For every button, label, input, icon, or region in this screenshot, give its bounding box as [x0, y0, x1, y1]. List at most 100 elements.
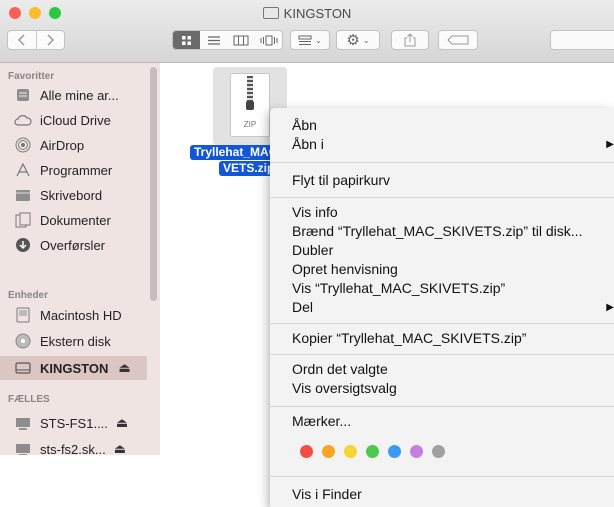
usb-drive-icon	[262, 7, 279, 19]
server-icon	[14, 441, 32, 455]
menu-separator	[270, 162, 614, 163]
sidebar-item-label: Dokumenter	[40, 212, 111, 228]
chevron-right-icon	[47, 34, 55, 46]
gear-icon: ⚙	[346, 32, 360, 49]
file-name-line-1[interactable]: Tryllehat_MAC	[190, 145, 282, 160]
sidebar-item-label: Overførsler	[40, 237, 105, 253]
tag-color-green[interactable]	[366, 445, 379, 458]
tag-color-blue[interactable]	[388, 445, 401, 458]
eject-icon[interactable]: ⏏	[118, 360, 130, 376]
menu-item-quick-look[interactable]: Vis “Tryllehat_MAC_SKIVETS.zip”	[292, 280, 505, 296]
menu-separator	[270, 476, 614, 477]
sidebar-item-applications[interactable]: Programmer	[0, 158, 147, 182]
menu-item-reveal-in-finder[interactable]: Vis i Finder	[292, 486, 362, 502]
tag-color-gray[interactable]	[432, 445, 445, 458]
grid-view-icon	[181, 35, 191, 45]
tag-color-red[interactable]	[300, 445, 313, 458]
sidebar-section-shared: FÆLLES	[8, 394, 50, 405]
menu-item-burn-to-disc[interactable]: Brænd “Tryllehat_MAC_SKIVETS.zip” til di…	[292, 223, 582, 239]
menu-item-clean-up-selection[interactable]: Ordn det valgte	[292, 361, 388, 377]
list-view-icon	[207, 35, 220, 45]
all-files-icon	[14, 87, 32, 103]
sidebar-item-external-disk[interactable]: Ekstern disk	[0, 329, 147, 353]
menu-item-get-info[interactable]: Vis info	[292, 204, 338, 220]
sidebar-item-label: Alle mine ar...	[40, 87, 119, 103]
menu-item-duplicate[interactable]: Dubler	[292, 242, 333, 258]
menu-separator	[270, 197, 614, 198]
cloud-icon	[14, 112, 32, 128]
sidebar-item-desktop[interactable]: Skrivebord	[0, 183, 147, 207]
arrange-icon	[298, 35, 312, 45]
grid-view-button[interactable]	[173, 31, 200, 49]
sidebar-item-kingston[interactable]: KINGSTON ⏏	[0, 356, 147, 380]
server-icon	[14, 415, 32, 431]
chevron-left-icon	[17, 34, 25, 46]
tag-color-purple[interactable]	[410, 445, 423, 458]
chevron-down-icon: ⌄	[315, 35, 322, 45]
usb-drive-icon	[14, 360, 32, 376]
zip-file-icon[interactable]: ZIP	[230, 73, 270, 137]
sidebar-scrollbar[interactable]	[150, 67, 157, 301]
sidebar-item-label: Ekstern disk	[40, 333, 111, 349]
sidebar-section-favorites: Favoritter	[8, 71, 55, 82]
context-menu: Åbn Åbn i ▶ Flyt til papirkurv Vis info …	[270, 108, 614, 507]
sidebar-item-label: Skrivebord	[40, 187, 103, 203]
sidebar-item-sts-fs1[interactable]: STS-FS1.... ⏏	[0, 411, 147, 435]
menu-item-open[interactable]: Åbn	[292, 117, 317, 133]
column-view-button[interactable]	[228, 31, 256, 49]
menu-separator	[270, 354, 614, 355]
coverflow-view-icon	[260, 35, 278, 45]
sidebar-item-documents[interactable]: Dokumenter	[0, 208, 147, 232]
file-type-label: ZIP	[243, 120, 257, 129]
sidebar-item-icloud-drive[interactable]: iCloud Drive	[0, 108, 147, 132]
back-button[interactable]	[8, 31, 37, 49]
sidebar-item-label: sts-fs2.sk...	[40, 441, 106, 456]
sidebar-item-downloads[interactable]: Overførsler	[0, 233, 147, 257]
menu-item-tags[interactable]: Mærker...	[292, 413, 351, 429]
tag-color-orange[interactable]	[322, 445, 335, 458]
menu-item-share[interactable]: Del ▶	[292, 299, 614, 315]
hard-drive-icon	[14, 307, 32, 323]
menu-item-show-view-options[interactable]: Vis oversigtsvalg	[292, 380, 397, 396]
column-view-icon	[233, 35, 249, 45]
sidebar: Favoritter Alle mine ar... iCloud Drive …	[0, 63, 160, 455]
zipper-graphic	[247, 76, 253, 102]
sidebar-item-label: AirDrop	[40, 137, 85, 153]
coverflow-view-button[interactable]	[255, 31, 282, 49]
submenu-arrow-icon: ▶	[606, 302, 614, 313]
downloads-icon	[14, 237, 32, 253]
menu-item-copy[interactable]: Kopier “Tryllehat_MAC_SKIVETS.zip”	[292, 330, 526, 346]
sidebar-section-devices: Enheder	[8, 290, 49, 301]
forward-button[interactable]	[37, 31, 65, 49]
external-disk-icon	[14, 333, 32, 349]
sidebar-item-all-files[interactable]: Alle mine ar...	[0, 83, 147, 107]
tag-icon	[447, 35, 469, 45]
share-button[interactable]	[391, 30, 429, 50]
applications-icon	[14, 162, 32, 178]
tag-button[interactable]	[438, 30, 478, 50]
menu-item-label: Del	[292, 299, 314, 315]
sidebar-item-sts-fs2[interactable]: sts-fs2.sk... ⏏	[0, 437, 147, 455]
sidebar-item-macintosh-hd[interactable]: Macintosh HD	[0, 303, 147, 327]
zipper-pull-graphic	[246, 101, 254, 110]
back-forward-control	[7, 30, 65, 50]
eject-icon[interactable]: ⏏	[114, 441, 126, 455]
airdrop-icon	[14, 137, 32, 153]
eject-icon[interactable]: ⏏	[116, 415, 128, 431]
menu-item-make-alias[interactable]: Opret henvisning	[292, 261, 398, 277]
chevron-down-icon: ⌄	[362, 35, 370, 45]
toolbar: KINGSTON ⌄ ⚙ ⌄	[0, 0, 614, 63]
menu-item-label: Åbn i	[292, 136, 324, 152]
menu-item-move-to-trash[interactable]: Flyt til papirkurv	[292, 172, 390, 188]
sidebar-item-airdrop[interactable]: AirDrop	[0, 133, 147, 157]
sidebar-item-label: Programmer	[40, 162, 113, 178]
arrange-button[interactable]: ⌄	[290, 30, 330, 50]
search-field[interactable]	[550, 30, 614, 50]
menu-item-open-with[interactable]: Åbn i ▶	[292, 136, 614, 152]
action-button[interactable]: ⚙ ⌄	[336, 30, 380, 50]
view-mode-control	[172, 30, 283, 50]
documents-icon	[14, 212, 32, 228]
tag-color-yellow[interactable]	[344, 445, 357, 458]
list-view-button[interactable]	[200, 31, 228, 49]
sidebar-item-label: KINGSTON	[40, 360, 109, 376]
